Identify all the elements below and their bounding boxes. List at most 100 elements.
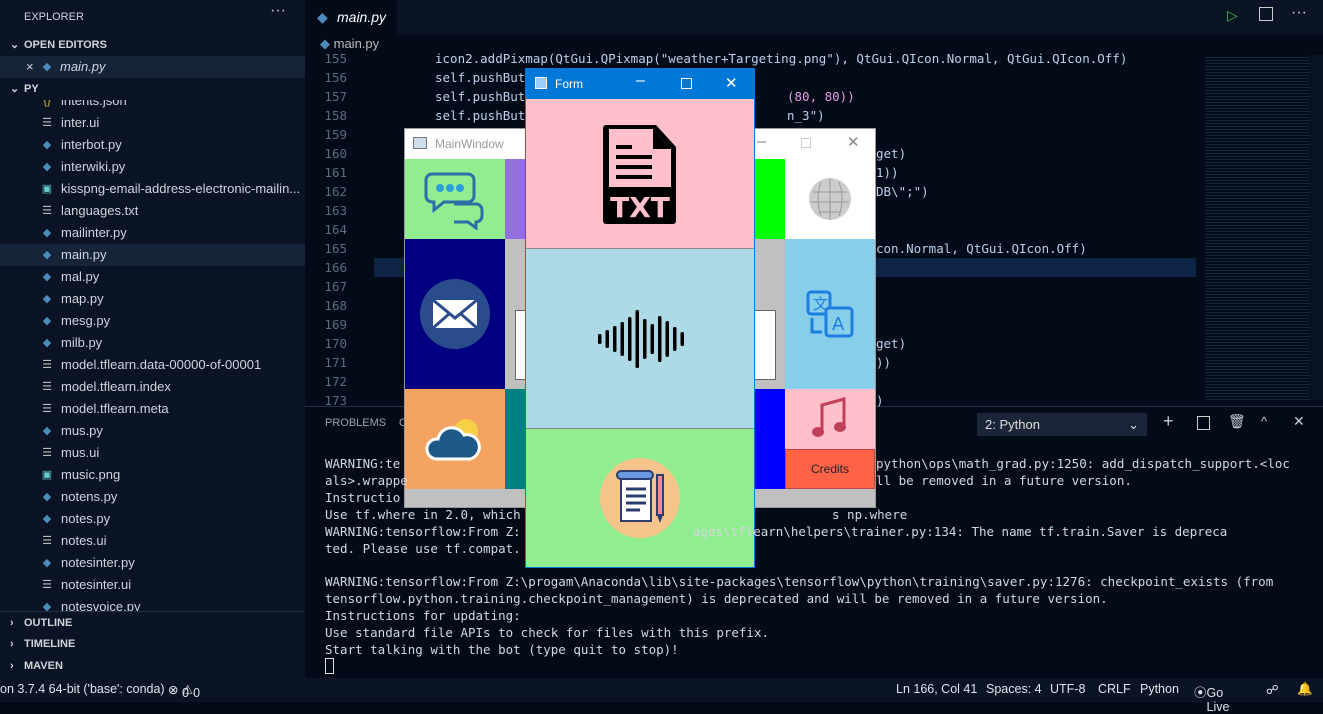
code-line[interactable]: icon2.addPixmap(QtGui.QPixmap("weather+T… [435, 49, 1127, 68]
file-label: kisspng-email-address-electronic-mailin.… [61, 181, 301, 196]
form-titlebar[interactable]: Form – ✕ [526, 69, 754, 99]
encoding[interactable]: UTF-8 [1050, 682, 1085, 696]
window-title: MainWindow [435, 137, 504, 151]
file-item[interactable]: ◆ notes.py [0, 508, 305, 530]
file-item[interactable]: ◆ mus.py [0, 420, 305, 442]
file-item[interactable]: ◆ mesg.py [0, 310, 305, 332]
teal-button[interactable] [505, 389, 525, 489]
file-item[interactable]: ☰ inter.ui [0, 112, 305, 134]
code-fragment[interactable]: get) [876, 144, 906, 163]
file-item[interactable]: ▣ kisspng-email-address-electronic-mailin… [0, 178, 305, 200]
tab-problems[interactable]: PROBLEMS [325, 417, 386, 429]
file-item[interactable]: ☰ model.tflearn.meta [0, 398, 305, 420]
code-fragment[interactable]: n_3") [787, 106, 825, 125]
file-item[interactable]: ☰ notes.ui [0, 530, 305, 552]
problems-indicator[interactable]: ⊗ 0 ⚠ 0 [168, 682, 200, 700]
maximize-panel-icon[interactable]: ^ [1261, 414, 1267, 429]
file-item[interactable]: ◆ mal.py [0, 266, 305, 288]
code-fragment[interactable]: 1)) [876, 163, 899, 182]
maximize-icon[interactable] [681, 78, 692, 89]
file-item[interactable]: ◆ map.py [0, 288, 305, 310]
code-line[interactable]: self.pushBut [435, 106, 525, 125]
txt-button[interactable]: TXT [526, 99, 754, 249]
blue-button[interactable] [755, 389, 785, 489]
run-icon[interactable]: ▷ [1227, 7, 1238, 24]
credits-button[interactable]: Credits [785, 449, 875, 489]
code-fragment[interactable]: con.Normal, QtGui.QIcon.Off) [876, 239, 1087, 258]
file-item[interactable]: ◆ main.py [0, 244, 305, 266]
file-item[interactable]: ☰ mus.ui [0, 442, 305, 464]
mail-button[interactable] [405, 239, 505, 389]
minimize-icon[interactable]: – [757, 133, 766, 151]
file-item[interactable]: ☰ model.tflearn.data-00000-of-00001 [0, 354, 305, 376]
python-interpreter[interactable]: on 3.7.4 64-bit ('base': conda) [0, 682, 165, 696]
close-panel-icon[interactable]: ✕ [1293, 413, 1305, 430]
code-fragment[interactable]: (80, 80)) [787, 87, 855, 106]
outline-header[interactable]: › OUTLINE [0, 611, 305, 633]
code-fragment[interactable]: get) [876, 334, 906, 353]
file-item[interactable]: ◆ interbot.py [0, 134, 305, 156]
new-terminal-icon[interactable]: + [1163, 411, 1174, 432]
more-actions-icon[interactable]: ··· [270, 2, 286, 20]
code-line[interactable]: self.pushBut [435, 68, 525, 87]
code-fragment[interactable]: ) [876, 391, 884, 410]
code-line[interactable]: self.pushBut [435, 87, 525, 106]
close-icon[interactable]: ✕ [847, 133, 860, 151]
minimize-icon[interactable]: – [636, 72, 645, 90]
tab-main-py[interactable]: ◆ main.py [305, 0, 397, 35]
file-item[interactable]: {} intents.json [0, 100, 305, 112]
tab-label: main.py [337, 9, 387, 25]
music-button[interactable] [785, 389, 875, 449]
split-editor-icon[interactable] [1259, 7, 1273, 21]
notifications-icon[interactable]: 🔔 [1297, 682, 1313, 697]
terminal-select[interactable]: 2: Python ⌄ [977, 413, 1147, 436]
input-box-right[interactable] [755, 310, 776, 380]
file-item[interactable]: ◆ notens.py [0, 486, 305, 508]
file-item[interactable]: ☰ languages.txt [0, 200, 305, 222]
line-ending[interactable]: CRLF [1098, 682, 1131, 696]
scrollbar[interactable] [1311, 55, 1323, 400]
language-mode[interactable]: Python [1140, 682, 1179, 696]
python-file-icon: ◆ [42, 337, 52, 349]
voice-button[interactable] [526, 249, 754, 429]
cursor-position[interactable]: Ln 166, Col 41 [896, 682, 977, 696]
file-label: mal.py [61, 269, 100, 284]
code-fragment[interactable]: )) [876, 353, 891, 372]
indentation[interactable]: Spaces: 4 [986, 682, 1042, 696]
weather-button[interactable] [405, 389, 505, 489]
green-button[interactable] [755, 159, 785, 239]
go-live-button[interactable]: ⦿ Go Live [1194, 682, 1229, 714]
split-terminal-icon[interactable] [1197, 416, 1210, 430]
translate-button[interactable]: 文A [785, 239, 875, 389]
file-item[interactable]: ◆ milb.py [0, 332, 305, 354]
python-file-icon: ◆ [42, 139, 52, 151]
file-item[interactable]: ◆ notesvoice.py [0, 596, 305, 612]
file-item[interactable]: ◆ mailinter.py [0, 222, 305, 244]
file-icon: ☰ [42, 117, 52, 129]
maven-header[interactable]: › MAVEN [0, 655, 305, 677]
maximize-icon[interactable] [801, 138, 811, 148]
minimap[interactable] [1205, 55, 1310, 400]
wave-bar [680, 331, 684, 346]
more-icon[interactable]: ··· [1291, 4, 1307, 22]
wikipedia-button[interactable] [785, 159, 875, 239]
close-icon[interactable]: × [26, 56, 34, 78]
open-editor-main-py[interactable]: × ◆ main.py [0, 56, 305, 78]
feedback-icon[interactable]: ☍ [1266, 682, 1279, 697]
timeline-header[interactable]: › TIMELINE [0, 633, 305, 655]
code-fragment[interactable]: DB\";") [876, 182, 929, 201]
purple-button[interactable] [505, 159, 525, 239]
file-label: model.tflearn.index [61, 379, 171, 394]
open-editors-header[interactable]: ⌄ OPEN EDITORS [0, 34, 305, 56]
chat-button[interactable] [405, 159, 505, 239]
file-item[interactable]: ☰ notesinter.ui [0, 574, 305, 596]
outline-label: OUTLINE [24, 617, 73, 629]
file-item[interactable]: ◆ notesinter.py [0, 552, 305, 574]
close-icon[interactable]: ✕ [725, 74, 738, 92]
file-item[interactable]: ◆ interwiki.py [0, 156, 305, 178]
folder-py-header[interactable]: ⌄ PY [0, 78, 305, 100]
notes-button[interactable] [526, 429, 754, 567]
file-item[interactable]: ☰ model.tflearn.index [0, 376, 305, 398]
trash-icon[interactable]: 🗑 [1228, 413, 1246, 430]
file-item[interactable]: ▣ music.png [0, 464, 305, 486]
